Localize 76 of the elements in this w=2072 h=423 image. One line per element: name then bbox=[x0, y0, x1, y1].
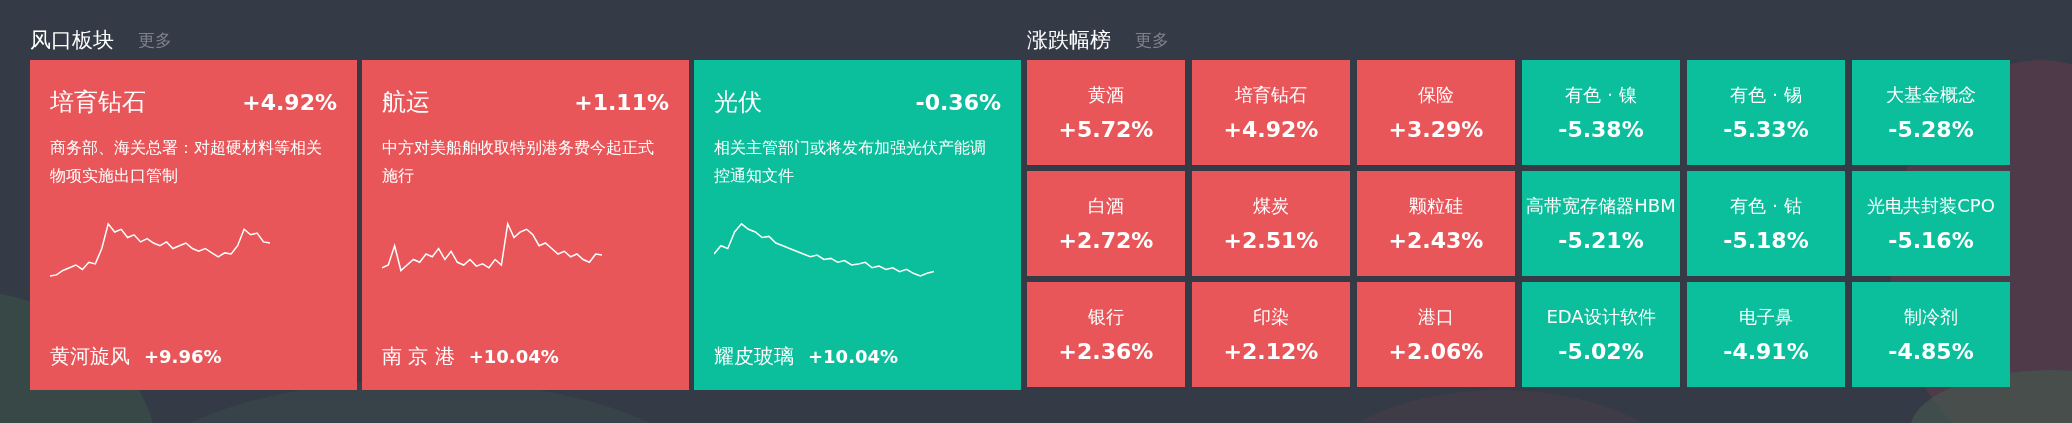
sector-tile[interactable]: 印染 +2.12% bbox=[1192, 282, 1350, 387]
sector-change: +1.11% bbox=[574, 89, 669, 115]
news-headline: 中方对美船舶收取特别港务费今起正式施行 bbox=[382, 137, 655, 187]
sector-tile[interactable]: 保险 +3.29% bbox=[1357, 60, 1515, 165]
sector-change: -0.36% bbox=[915, 89, 1001, 115]
sector-tile[interactable]: 有色 · 镍 -5.38% bbox=[1522, 60, 1680, 165]
sector-change: +2.36% bbox=[1058, 339, 1154, 364]
sector-name: 高带宽存储器HBM bbox=[1526, 194, 1676, 218]
lead-stock-change: +9.96% bbox=[144, 346, 222, 367]
lead-stock-name: 耀皮玻璃 bbox=[714, 343, 794, 370]
lead-stock-change: +10.04% bbox=[808, 346, 899, 367]
sector-name: 培育钻石 bbox=[1235, 83, 1307, 107]
sector-change: +2.72% bbox=[1058, 228, 1154, 253]
sector-tile[interactable]: 黄酒 +5.72% bbox=[1027, 60, 1185, 165]
news-headline: 商务部、海关总署：对超硬材料等相关物项实施出口管制 bbox=[50, 137, 323, 187]
sector-change: +4.92% bbox=[1223, 117, 1319, 142]
sector-name: 光电共封装CPO bbox=[1867, 194, 1995, 218]
lead-stock-change: +10.04% bbox=[468, 346, 559, 367]
sector-name: EDA设计软件 bbox=[1546, 305, 1656, 329]
sector-name: 有色 · 钴 bbox=[1730, 194, 1802, 218]
sector-change: +2.12% bbox=[1223, 339, 1319, 364]
news-headline: 相关主管部门或将发布加强光伏产能调控通知文件 bbox=[714, 137, 987, 187]
sector-change: -5.18% bbox=[1723, 228, 1809, 253]
sector-tile[interactable]: 有色 · 钴 -5.18% bbox=[1687, 171, 1845, 276]
sector-name: 银行 bbox=[1088, 305, 1124, 329]
sector-tile[interactable]: 白酒 +2.72% bbox=[1027, 171, 1185, 276]
sector-change: -5.38% bbox=[1558, 117, 1644, 142]
sector-name: 港口 bbox=[1418, 305, 1454, 329]
sector-card[interactable]: 光伏 -0.36% 相关主管部门或将发布加强光伏产能调控通知文件 耀皮玻璃 +10.04% bbox=[694, 60, 1021, 390]
sector-name: 颗粒硅 bbox=[1409, 194, 1463, 218]
sector-change: +5.72% bbox=[1058, 117, 1154, 142]
sector-change: +2.51% bbox=[1223, 228, 1319, 253]
more-link[interactable]: 更多 bbox=[1135, 28, 1169, 52]
sector-change: -5.33% bbox=[1723, 117, 1809, 142]
sector-name: 有色 · 锡 bbox=[1730, 83, 1802, 107]
sector-card[interactable]: 航运 +1.11% 中方对美船舶收取特别港务费今起正式施行 南 京 港 +10.04% bbox=[362, 60, 689, 390]
sector-tile[interactable]: 大基金概念 -5.28% bbox=[1852, 60, 2010, 165]
sector-change: +2.43% bbox=[1388, 228, 1484, 253]
sector-tile[interactable]: EDA设计软件 -5.02% bbox=[1522, 282, 1680, 387]
sector-tile[interactable]: 培育钻石 +4.92% bbox=[1192, 60, 1350, 165]
sector-change: -4.91% bbox=[1723, 339, 1809, 364]
sector-tile[interactable]: 电子鼻 -4.91% bbox=[1687, 282, 1845, 387]
sector-name: 印染 bbox=[1253, 305, 1289, 329]
sector-name: 航运 bbox=[382, 87, 430, 118]
section-title: 涨跌幅榜 bbox=[1027, 27, 1111, 54]
sector-name: 煤炭 bbox=[1253, 194, 1289, 218]
sector-name: 制冷剂 bbox=[1904, 305, 1958, 329]
sector-tile[interactable]: 颗粒硅 +2.43% bbox=[1357, 171, 1515, 276]
sector-change: +2.06% bbox=[1388, 339, 1484, 364]
sector-change: -5.21% bbox=[1558, 228, 1644, 253]
sector-change: +4.92% bbox=[242, 89, 337, 115]
sector-name: 大基金概念 bbox=[1886, 83, 1976, 107]
sector-name: 光伏 bbox=[714, 87, 762, 118]
lead-stock-name: 南 京 港 bbox=[382, 343, 455, 370]
sector-name: 白酒 bbox=[1088, 194, 1124, 218]
sector-name: 有色 · 镍 bbox=[1565, 83, 1637, 107]
sector-name: 培育钻石 bbox=[50, 87, 146, 118]
lead-stock-name: 黄河旋风 bbox=[50, 343, 130, 370]
more-link[interactable]: 更多 bbox=[138, 28, 172, 52]
sector-tile[interactable]: 制冷剂 -4.85% bbox=[1852, 282, 2010, 387]
sector-change: -4.85% bbox=[1888, 339, 1974, 364]
sector-tile[interactable]: 高带宽存储器HBM -5.21% bbox=[1522, 171, 1680, 276]
sector-change: +3.29% bbox=[1388, 117, 1484, 142]
sector-tile[interactable]: 港口 +2.06% bbox=[1357, 282, 1515, 387]
sector-tile[interactable]: 煤炭 +2.51% bbox=[1192, 171, 1350, 276]
sector-tile[interactable]: 银行 +2.36% bbox=[1027, 282, 1185, 387]
sector-change: -5.28% bbox=[1888, 117, 1974, 142]
sector-name: 黄酒 bbox=[1088, 83, 1124, 107]
section-title: 风口板块 bbox=[30, 27, 114, 54]
sector-tile[interactable]: 有色 · 锡 -5.33% bbox=[1687, 60, 1845, 165]
sector-name: 保险 bbox=[1418, 83, 1454, 107]
sector-name: 电子鼻 bbox=[1739, 305, 1793, 329]
sector-change: -5.16% bbox=[1888, 228, 1974, 253]
sector-tile[interactable]: 光电共封装CPO -5.16% bbox=[1852, 171, 2010, 276]
sector-card[interactable]: 培育钻石 +4.92% 商务部、海关总署：对超硬材料等相关物项实施出口管制 黄河旋风 +9.96% bbox=[30, 60, 357, 390]
sector-change: -5.02% bbox=[1558, 339, 1644, 364]
